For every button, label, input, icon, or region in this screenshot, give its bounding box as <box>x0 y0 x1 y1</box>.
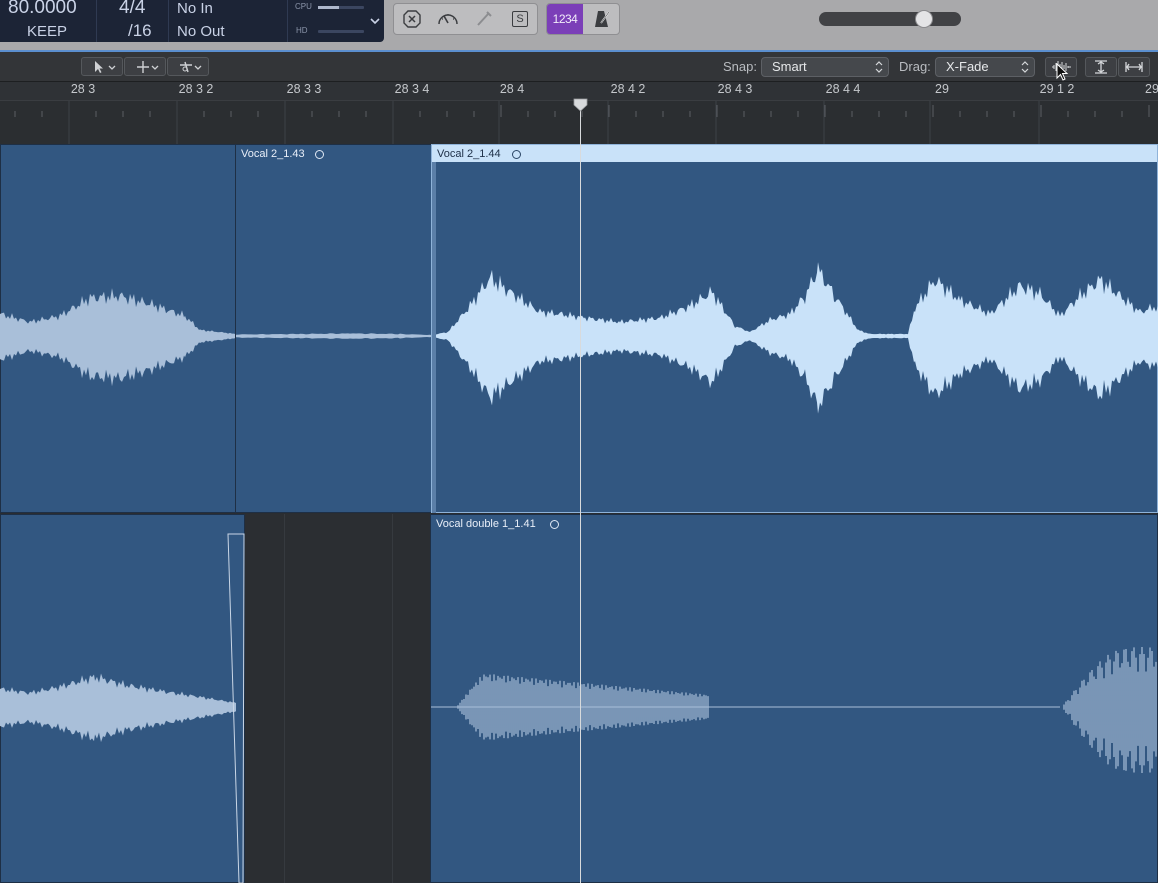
ruler-label: 28 3 <box>70 82 96 96</box>
pen-disabled-icon <box>477 11 492 26</box>
gauge-icon <box>438 14 458 25</box>
x-circle-icon <box>403 10 421 28</box>
lcd-display[interactable]: 80.0000 KEEP 4/4 /16 No In No Out CPU HD <box>0 0 384 42</box>
division-value[interactable]: /16 <box>128 21 152 41</box>
hd-label: HD <box>296 26 308 35</box>
metronome-button[interactable] <box>584 4 620 34</box>
horizontal-fit-icon <box>1125 62 1143 72</box>
vertical-fit-icon <box>1095 60 1107 74</box>
key-value[interactable]: KEEP <box>27 23 67 40</box>
count-in-label: 1234 <box>552 12 578 26</box>
mode-buttons-group: S <box>393 3 538 35</box>
ruler-label: 29 1 2 <box>1039 82 1075 96</box>
pointer-icon <box>95 60 116 73</box>
out-point-value[interactable]: No Out <box>177 23 225 40</box>
count-in-button[interactable]: 1234 <box>547 4 583 34</box>
ruler-label: 28 4 <box>499 82 525 96</box>
playhead-line[interactable] <box>580 100 581 883</box>
hd-meter <box>318 30 364 33</box>
volume-track <box>819 12 961 26</box>
ruler-label: 29 <box>935 82 949 96</box>
time-signature-value[interactable]: 4/4 <box>119 0 145 19</box>
autopunch-button[interactable] <box>466 4 502 34</box>
volume-knob[interactable] <box>915 10 934 28</box>
drag-label: Drag: <box>899 59 931 74</box>
scissors-icon <box>180 61 202 72</box>
ruler-label: 29 <box>1145 82 1158 96</box>
up-down-chevron-icon <box>1021 61 1029 73</box>
tuning-button[interactable] <box>430 4 466 34</box>
vertical-zoom-button[interactable] <box>1085 57 1117 77</box>
crosshair-icon <box>137 60 159 73</box>
snap-value: Smart <box>772 59 807 74</box>
master-volume-slider[interactable] <box>819 10 961 28</box>
marquee-tool-menu[interactable] <box>124 57 166 76</box>
pointer-tool-menu[interactable] <box>81 57 123 76</box>
waveform-track2 <box>0 533 1157 883</box>
snap-label: Snap: <box>723 59 757 74</box>
up-down-chevron-icon <box>875 61 883 73</box>
ruler-label: 28 3 3 <box>286 82 322 96</box>
drag-value: X-Fade <box>946 59 989 74</box>
mouse-cursor-icon <box>1056 63 1069 81</box>
metronome-icon <box>595 11 610 27</box>
tools-bar: Snap: Smart Drag: X-Fade <box>0 52 1158 82</box>
track-1-lane: Vocal 2_1.43 Vocal 2_1.44 <box>0 144 1158 513</box>
lcd-divider <box>168 0 169 42</box>
track-2-lane: Vocal double 1_1.41 <box>0 514 1158 883</box>
lcd-menu-chevron-icon[interactable] <box>370 12 380 30</box>
horizontal-zoom-button[interactable] <box>1118 57 1150 77</box>
replace-button[interactable] <box>394 4 430 34</box>
lcd-divider <box>287 0 288 42</box>
snap-popup[interactable]: Smart <box>761 57 889 77</box>
ruler-label: 28 4 2 <box>610 82 646 96</box>
waveform-track1 <box>0 162 1158 513</box>
control-bar: 80.0000 KEEP 4/4 /16 No In No Out CPU HD… <box>0 0 1158 50</box>
playhead-handle-icon[interactable] <box>573 98 588 112</box>
solo-button[interactable]: S <box>502 4 538 34</box>
tempo-value[interactable]: 80.0000 <box>8 0 77 19</box>
ruler-label: 28 3 2 <box>178 82 214 96</box>
cpu-label: CPU <box>295 2 312 11</box>
in-point-value[interactable]: No In <box>177 0 213 17</box>
ruler-label: 28 4 3 <box>717 82 753 96</box>
cpu-meter <box>318 6 364 9</box>
solo-label: S <box>512 11 528 27</box>
drag-popup[interactable]: X-Fade <box>935 57 1035 77</box>
ruler-label: 28 4 4 <box>825 82 861 96</box>
secondary-tool-menu[interactable] <box>167 57 209 76</box>
ruler-label: 28 3 4 <box>394 82 430 96</box>
lcd-divider <box>96 0 97 42</box>
count-in-group: 1234 <box>546 3 620 35</box>
